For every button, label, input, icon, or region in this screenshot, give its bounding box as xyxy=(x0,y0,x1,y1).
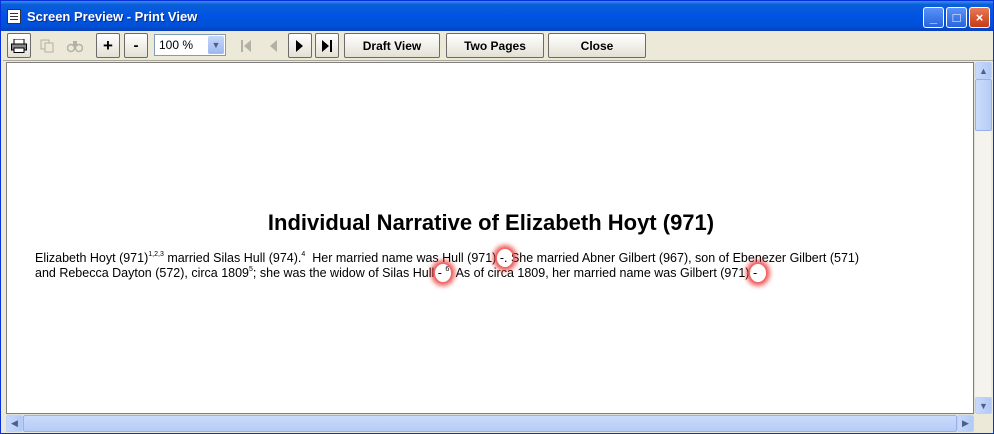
minimize-button[interactable]: _ xyxy=(923,7,944,28)
last-page-button[interactable] xyxy=(315,33,339,58)
close-button[interactable]: Close xyxy=(548,33,646,58)
toolbar: + - 100 % ▼ Draft View Two Pages Close xyxy=(3,31,993,61)
last-page-icon xyxy=(322,39,332,52)
text-run: . She married Abner Gilbert (967), son o… xyxy=(504,251,860,265)
first-page-button[interactable] xyxy=(234,33,258,58)
copy-button[interactable] xyxy=(35,33,59,58)
text-run: and Rebecca Dayton (572), circa 1809 xyxy=(35,266,250,280)
zoom-out-button[interactable]: - xyxy=(124,33,148,58)
highlighted-dash: - xyxy=(747,262,769,284)
previous-page-icon xyxy=(270,39,277,52)
narrative-line-2: and Rebecca Dayton (572), circa 18095; s… xyxy=(35,262,935,284)
horizontal-scroll-thumb[interactable] xyxy=(23,415,957,432)
vertical-scrollbar[interactable]: ▲ ▼ xyxy=(974,62,992,414)
document-icon xyxy=(7,9,21,24)
zoom-in-button[interactable]: + xyxy=(96,33,120,58)
horizontal-scrollbar[interactable]: ◀ ▶ xyxy=(6,414,974,432)
narrative-line-1: Elizabeth Hoyt (971)1,2,3 married Silas … xyxy=(35,247,935,269)
binoculars-icon xyxy=(67,40,83,52)
highlighted-dash: - xyxy=(494,247,516,269)
next-page-icon xyxy=(296,39,303,52)
scroll-right-icon[interactable]: ▶ xyxy=(957,415,974,432)
first-page-icon xyxy=(241,39,251,52)
text-run: married Silas Hull (974). xyxy=(163,251,302,265)
find-button[interactable] xyxy=(63,33,87,58)
text-run: Elizabeth Hoyt (971) xyxy=(35,251,149,265)
chevron-down-icon[interactable]: ▼ xyxy=(208,36,224,54)
vertical-scroll-thumb[interactable] xyxy=(975,79,992,131)
text-run: ; she was the widow of Silas Hull xyxy=(252,266,435,280)
maximize-button[interactable]: □ xyxy=(946,7,967,28)
highlighted-dash: - xyxy=(432,262,454,284)
text-run: Her married name was Hull (971) xyxy=(305,251,497,265)
print-preview-window: Screen Preview - Print View _ □ × + - 10… xyxy=(0,0,994,434)
scroll-down-icon[interactable]: ▼ xyxy=(975,397,992,414)
next-page-button[interactable] xyxy=(288,33,312,58)
scroll-left-icon[interactable]: ◀ xyxy=(6,415,23,432)
print-icon xyxy=(11,38,27,53)
scrollbar-corner xyxy=(974,414,991,431)
close-window-button[interactable]: × xyxy=(969,7,990,28)
text-run: As of circa 1809, her married name was G… xyxy=(449,266,750,280)
print-button[interactable] xyxy=(7,33,31,58)
two-pages-button[interactable]: Two Pages xyxy=(446,33,544,58)
copy-icon xyxy=(40,39,54,52)
preview-page[interactable]: Individual Narrative of Elizabeth Hoyt (… xyxy=(6,62,974,414)
draft-view-button[interactable]: Draft View xyxy=(344,33,440,58)
title-bar[interactable]: Screen Preview - Print View _ □ × xyxy=(1,1,993,31)
narrative-text: Elizabeth Hoyt (971)1,2,3 married Silas … xyxy=(35,247,935,284)
citation-ref: 1,2,3 xyxy=(148,251,164,258)
previous-page-button[interactable] xyxy=(261,33,285,58)
scroll-up-icon[interactable]: ▲ xyxy=(975,62,992,79)
page-title: Individual Narrative of Elizabeth Hoyt (… xyxy=(267,210,715,235)
window-title: Screen Preview - Print View xyxy=(27,9,198,24)
zoom-value: 100 % xyxy=(159,38,194,52)
zoom-select[interactable]: 100 % ▼ xyxy=(154,34,226,56)
